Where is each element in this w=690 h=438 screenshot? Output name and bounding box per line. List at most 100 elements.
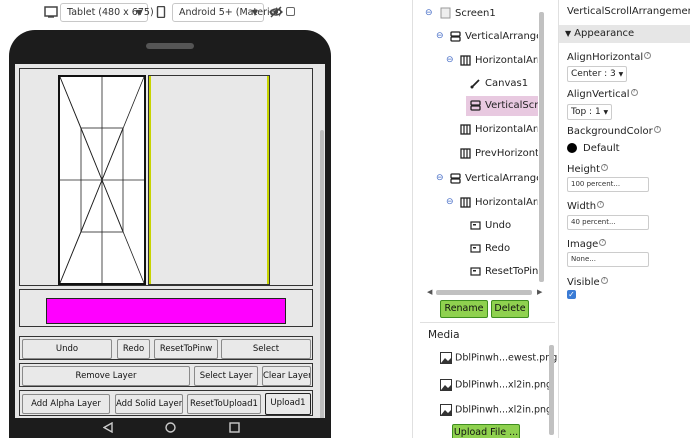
chevron-down-icon: ▼ bbox=[618, 71, 624, 78]
help-icon[interactable]: ? bbox=[600, 277, 608, 284]
reset-to-pinw-button[interactable]: ResetToPinw bbox=[154, 339, 218, 359]
image-file-icon bbox=[440, 404, 452, 416]
collapse-icon[interactable]: ⊖ bbox=[446, 197, 454, 207]
upload1-button[interactable]: Upload1 bbox=[265, 393, 311, 415]
add-alpha-layer-button[interactable]: Add Alpha Layer bbox=[22, 394, 110, 414]
properties-title: VerticalScrollArrangement1 bbox=[567, 6, 690, 17]
undo-button[interactable]: Undo bbox=[22, 339, 112, 359]
chevron-down-icon: ▼ bbox=[135, 8, 142, 17]
media-file[interactable]: DblPinwh...ewest.png bbox=[440, 352, 557, 364]
properties-panel: VerticalScrollArrangement1 ▼Appearance A… bbox=[558, 0, 690, 438]
scroll-right-icon[interactable]: ▶ bbox=[537, 288, 542, 296]
tree-item-label: ResetToPinw bbox=[485, 266, 538, 277]
help-icon[interactable]: ? bbox=[630, 89, 638, 96]
align-horizontal-label: AlignHorizontal? bbox=[567, 52, 652, 63]
collapse-icon[interactable]: ⊖ bbox=[446, 55, 454, 65]
media-scrollbar[interactable] bbox=[549, 345, 554, 435]
tree-item-vertical-arrangement[interactable]: VerticalArrangem bbox=[450, 170, 538, 188]
align-vertical-select[interactable]: Top : 1 ▼ bbox=[567, 104, 613, 120]
button-icon bbox=[470, 220, 481, 230]
label-text: Visible bbox=[567, 277, 600, 288]
collapse-icon[interactable]: ⊖ bbox=[436, 31, 444, 41]
show-hidden-checkbox[interactable] bbox=[286, 7, 295, 16]
tree-horizontal-scrollbar[interactable] bbox=[436, 290, 532, 295]
height-label: Height? bbox=[567, 164, 609, 175]
tree-vertical-scrollbar[interactable] bbox=[539, 12, 544, 282]
image-label: Image? bbox=[567, 239, 607, 250]
theme-value: Android 5+ (Material) bbox=[179, 7, 282, 18]
scroll-left-icon[interactable]: ◀ bbox=[427, 288, 432, 296]
clear-layer-button[interactable]: Clear Layer bbox=[262, 366, 311, 386]
media-file-label: DblPinwh...xl2in.png bbox=[455, 404, 553, 416]
tree-item-label: HorizontalArran bbox=[475, 197, 538, 208]
tree-item-vertical-scroll[interactable]: VerticalScrol bbox=[470, 97, 538, 115]
tree-item-screen1[interactable]: Screen1 bbox=[440, 5, 536, 23]
add-solid-layer-button[interactable]: Add Solid Layer bbox=[115, 394, 183, 414]
help-icon[interactable]: ? bbox=[597, 201, 605, 208]
help-icon[interactable]: ? bbox=[644, 52, 652, 59]
panel-divider bbox=[412, 0, 413, 438]
help-icon[interactable]: ? bbox=[599, 239, 607, 246]
delete-button[interactable]: Delete bbox=[491, 300, 529, 318]
help-icon[interactable]: ? bbox=[601, 164, 609, 171]
rename-button[interactable]: Rename bbox=[440, 300, 488, 318]
background-color-picker[interactable]: Default bbox=[567, 143, 620, 154]
vertical-scroll-arrangement[interactable] bbox=[148, 75, 270, 285]
hidden-components-icon[interactable] bbox=[269, 6, 283, 18]
label-text: BackgroundColor bbox=[567, 126, 653, 137]
image-file-icon bbox=[440, 379, 452, 391]
canvas-drawing bbox=[59, 76, 145, 284]
horizontal-arrangement-icon bbox=[460, 54, 471, 66]
visible-checkbox[interactable]: ✓ bbox=[567, 290, 576, 299]
tree-item-label: Redo bbox=[485, 243, 511, 254]
align-horizontal-select[interactable]: Center : 3 ▼ bbox=[567, 66, 628, 82]
canvas[interactable] bbox=[58, 75, 146, 285]
collapse-icon[interactable]: ⊖ bbox=[425, 8, 433, 18]
screen-icon bbox=[440, 7, 451, 19]
tree-item-label: Screen1 bbox=[455, 8, 496, 19]
phone-icon bbox=[156, 6, 166, 18]
back-icon[interactable] bbox=[103, 422, 113, 433]
tree-item-horizontal-arrangement[interactable]: HorizontalArra bbox=[460, 121, 538, 139]
button-icon bbox=[470, 243, 481, 253]
tree-item-horizontal-arrangement[interactable]: HorizontalArran bbox=[460, 194, 538, 212]
redo-button[interactable]: Redo bbox=[117, 339, 150, 359]
tree-item-undo[interactable]: Undo bbox=[470, 217, 538, 235]
tree-item-label: VerticalArrangem bbox=[465, 31, 538, 42]
select-layer-button[interactable]: Select Layer bbox=[194, 366, 258, 386]
vertical-arrangement[interactable] bbox=[19, 68, 313, 286]
tree-item-redo[interactable]: Redo bbox=[470, 240, 538, 258]
tree-item-canvas1[interactable]: Canvas1 bbox=[470, 75, 538, 93]
tree-item-horizontal-arrangement[interactable]: HorizontalArran bbox=[460, 52, 538, 70]
remove-layer-button[interactable]: Remove Layer bbox=[22, 366, 190, 386]
chevron-down-icon: ▼ bbox=[603, 109, 609, 116]
button-icon bbox=[470, 266, 481, 276]
tablet-icon bbox=[44, 6, 58, 18]
image-field[interactable]: None... bbox=[567, 252, 649, 267]
appearance-section-header[interactable]: ▼ Appearance bbox=[559, 25, 690, 43]
recents-icon[interactable] bbox=[229, 422, 240, 433]
device-size-select[interactable]: Tablet (480 x 675) ▼ bbox=[60, 3, 154, 22]
tree-item-label: Undo bbox=[485, 220, 512, 231]
width-label: Width? bbox=[567, 201, 605, 212]
width-field[interactable]: 40 percent... bbox=[567, 215, 649, 230]
help-icon[interactable]: ? bbox=[653, 126, 661, 133]
magenta-color-bar[interactable] bbox=[46, 298, 286, 324]
media-file[interactable]: DblPinwh...xl2in.png bbox=[440, 404, 552, 416]
theme-select[interactable]: Android 5+ (Material) ▼ bbox=[172, 3, 282, 22]
tree-item-label: VerticalScrol bbox=[485, 100, 538, 111]
color-bar-arrangement[interactable] bbox=[19, 289, 313, 327]
vertical-arrangement-icon bbox=[450, 172, 461, 184]
reset-to-upload1-button[interactable]: ResetToUpload1 bbox=[187, 394, 261, 414]
tree-item-vertical-arrangement[interactable]: VerticalArrangem bbox=[450, 28, 538, 46]
select-button[interactable]: Select bbox=[221, 339, 311, 359]
tree-item-reset-to-pinw[interactable]: ResetToPinw bbox=[470, 263, 538, 281]
upload-file-button[interactable]: Upload File ... bbox=[452, 424, 520, 438]
collapse-icon[interactable]: ⊖ bbox=[436, 173, 444, 183]
phone-nav-bar bbox=[9, 418, 331, 438]
tree-item-prev-horizontal-arrangement[interactable]: PrevHorizontalA bbox=[460, 145, 538, 163]
media-file[interactable]: DblPinwh...xl2in.png bbox=[440, 379, 552, 391]
home-icon[interactable] bbox=[165, 422, 176, 433]
height-field[interactable]: 100 percent... bbox=[567, 177, 649, 192]
phone-scrollbar[interactable] bbox=[320, 130, 324, 420]
